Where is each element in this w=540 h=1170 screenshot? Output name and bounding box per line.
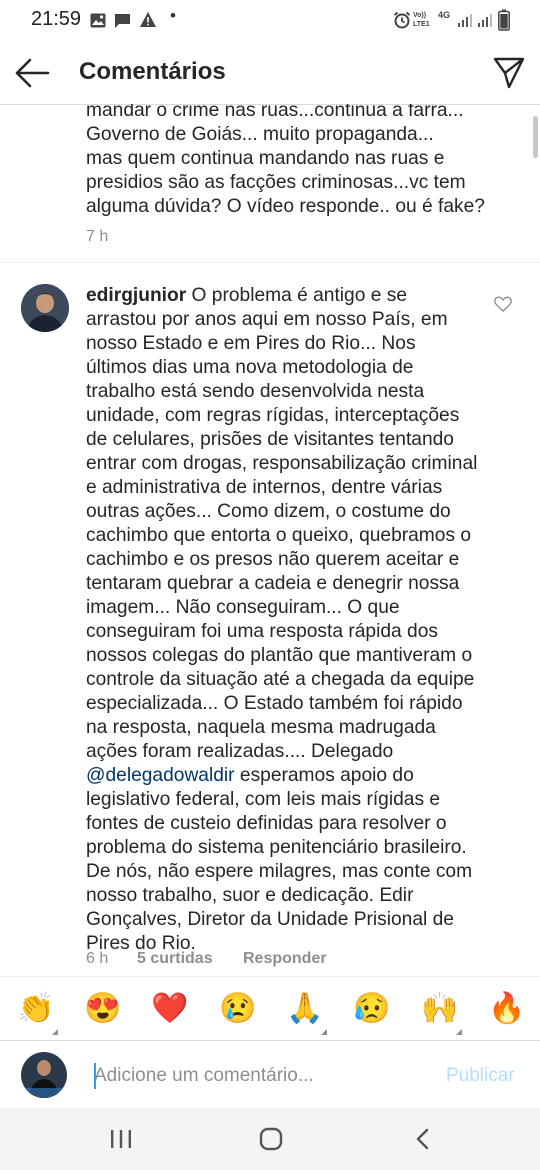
page-title: Comentários — [79, 58, 226, 85]
alarm-icon — [393, 11, 411, 29]
app-bar: Comentários — [0, 42, 540, 105]
publish-button[interactable]: Publicar — [446, 1065, 515, 1087]
previous-comment-line: mas quem continua mandando nas ruas e — [86, 148, 445, 169]
fire-emoji-button[interactable]: 🔥 — [488, 991, 525, 1027]
previous-comment-text: mandar o crime nas ruas...continua a far… — [86, 104, 506, 219]
system-nav-bar — [0, 1108, 540, 1170]
red-heart-emoji-button[interactable]: ❤️ — [151, 991, 188, 1027]
comment-username[interactable]: edirgjunior — [86, 285, 186, 306]
crying-emoji-button[interactable]: 😢 — [219, 991, 256, 1027]
status-bar: 21:59 • Vo)) LTE1 4G — [0, 0, 540, 42]
reply-button[interactable]: Responder — [243, 950, 327, 968]
emoji-variant-indicator — [456, 1029, 462, 1035]
back-icon[interactable] — [413, 1127, 433, 1151]
sad-emoji-button[interactable]: 😥 — [353, 991, 390, 1027]
comment-time: 6 h — [86, 950, 109, 967]
previous-comment-line: alguma dúvida? O vídeo responde.. ou é f… — [86, 196, 485, 217]
comment-divider — [0, 262, 540, 263]
signal-icon-2 — [478, 14, 492, 27]
back-arrow-icon[interactable] — [14, 56, 50, 90]
message-icon — [115, 14, 130, 28]
previous-comment-line: mandar o crime nas ruas...continua a far… — [86, 104, 464, 121]
recent-apps-icon[interactable] — [109, 1128, 133, 1150]
home-icon[interactable] — [259, 1127, 283, 1151]
comment-composer: Publicar — [0, 1040, 540, 1109]
direct-send-icon[interactable] — [492, 56, 526, 90]
network-label: 4G — [438, 10, 451, 20]
current-user-avatar[interactable] — [21, 1052, 67, 1098]
comment-likes-count[interactable]: 5 curtidas — [137, 950, 213, 968]
comment-body: edirgjunior O problema é antigo e se arr… — [86, 284, 478, 956]
gallery-icon — [90, 13, 106, 28]
emoji-quick-bar: 👏 😍 ❤️ 😢 🙏 😥 🙌 🔥 — [0, 976, 540, 1041]
clap-emoji-button[interactable]: 👏 — [17, 991, 54, 1027]
comments-list[interactable]: mandar o crime nas ruas...continua a far… — [0, 104, 540, 976]
dot-icon: • — [170, 6, 176, 25]
previous-comment-line: Governo de Goiás... muito propaganda... — [86, 124, 434, 145]
warning-icon — [140, 12, 156, 27]
comment-input[interactable] — [94, 1061, 434, 1091]
previous-comment-line: presidios são as facções criminosas...vc… — [86, 172, 466, 193]
avatar[interactable] — [21, 284, 69, 332]
carrier-label: Vo)) LTE1 — [413, 12, 430, 28]
emoji-variant-indicator — [321, 1029, 327, 1035]
text-caret — [94, 1063, 96, 1089]
comment-mention-link[interactable]: @delegadowaldir — [86, 765, 235, 786]
folded-hands-emoji-button[interactable]: 🙏 — [286, 991, 323, 1027]
signal-icon — [458, 14, 472, 27]
status-time: 21:59 — [31, 8, 82, 30]
battery-icon — [498, 9, 510, 31]
comment-text-part: O problema é antigo e se arrastou por an… — [86, 285, 478, 762]
emoji-variant-indicator — [52, 1029, 58, 1035]
scrollbar[interactable] — [533, 116, 538, 158]
like-heart-icon[interactable] — [494, 296, 512, 312]
previous-comment-time: 7 h — [86, 228, 109, 245]
raised-hands-emoji-button[interactable]: 🙌 — [421, 991, 458, 1027]
heart-eyes-emoji-button[interactable]: 😍 — [84, 991, 121, 1027]
comment-text-part: esperamos apoio do legislativo federal, … — [86, 765, 473, 954]
